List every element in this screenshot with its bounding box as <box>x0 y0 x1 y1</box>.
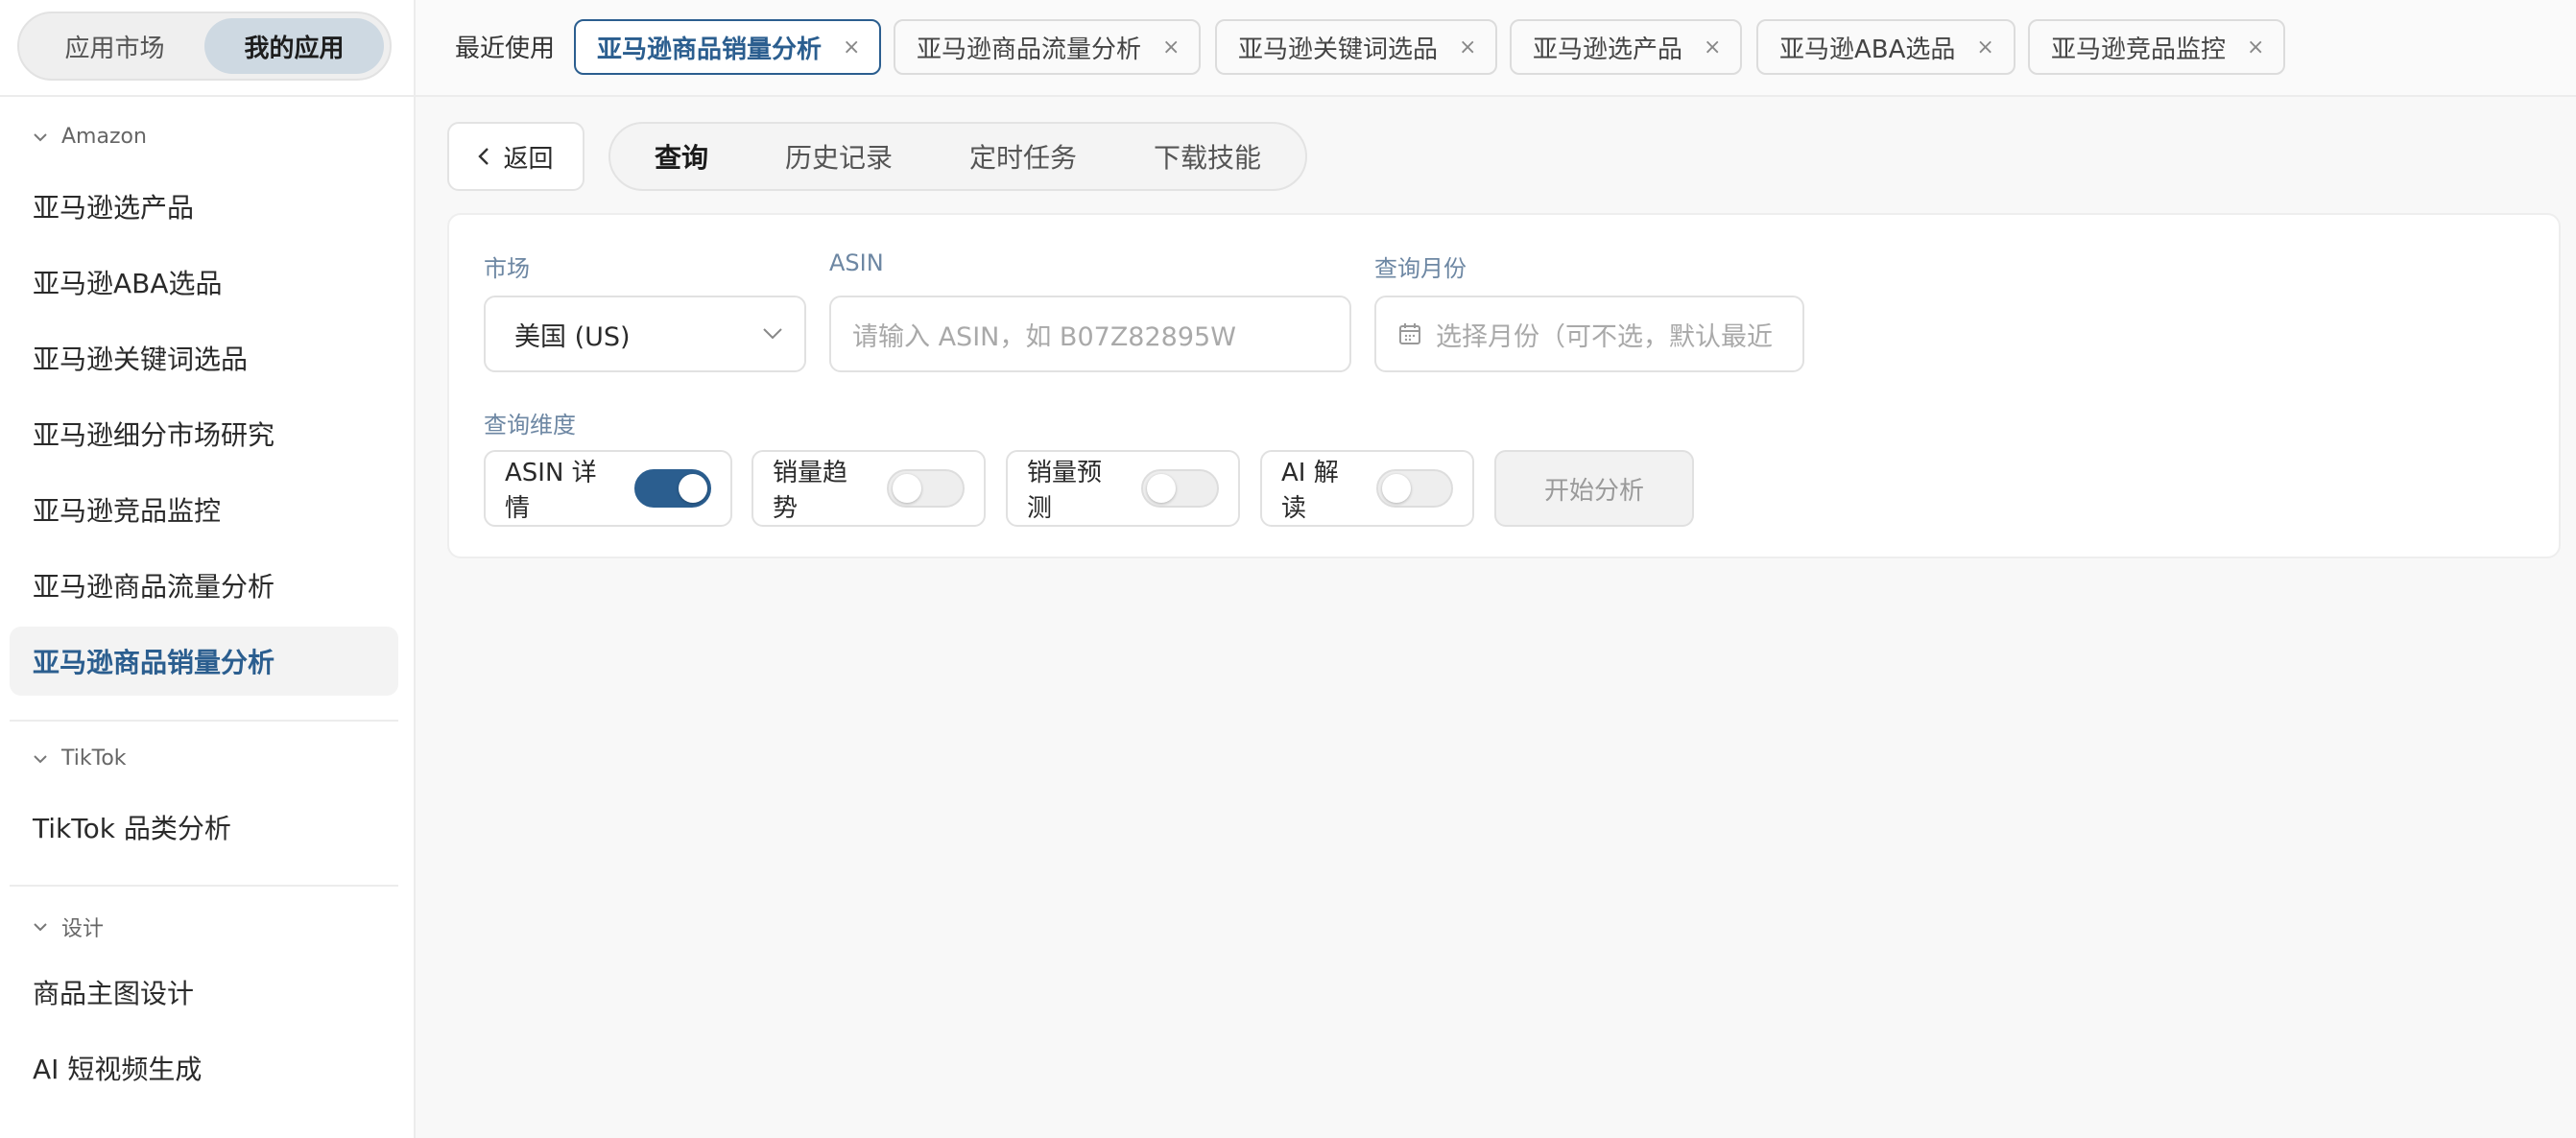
chevron-left-icon <box>478 148 489 165</box>
tab-history[interactable]: 历史记录 <box>785 137 893 176</box>
ai-interpretation-switch[interactable] <box>1376 469 1453 508</box>
recent-bar: 最近使用 亚马逊商品销量分析 × 亚马逊商品流量分析 × 亚马逊关键词选品 × … <box>416 0 2576 97</box>
group-head-tiktok[interactable]: TikTok <box>33 747 127 771</box>
asin-placeholder: 请输入 ASIN，如 B07Z82895W <box>852 321 1236 352</box>
recent-tab-sales-analysis[interactable]: 亚马逊商品销量分析 × <box>574 19 882 75</box>
recent-tab-label: 亚马逊商品流量分析 <box>917 35 1142 64</box>
back-button[interactable]: 返回 <box>447 122 584 191</box>
recent-tab-competitor-monitor[interactable]: 亚马逊竞品监控 × <box>2028 19 2286 75</box>
close-icon[interactable]: × <box>1459 36 1476 59</box>
asin-label: ASIN <box>829 249 884 276</box>
sidebar-divider <box>10 885 398 887</box>
sidebar-divider <box>0 95 416 97</box>
segment-my-apps[interactable]: 我的应用 <box>204 18 384 74</box>
market-value: 美国 (US) <box>514 321 631 352</box>
toggle-label: 销量预测 <box>1027 459 1103 523</box>
group-head-amazon[interactable]: Amazon <box>33 125 147 149</box>
close-icon[interactable]: × <box>843 36 860 59</box>
group-head-design[interactable]: 设计 <box>33 912 104 942</box>
recent-tab-aba[interactable]: 亚马逊ABA选品 × <box>1756 19 2015 75</box>
app-segment-control: 应用市场 我的应用 <box>17 12 392 81</box>
switch-knob <box>1146 474 1176 503</box>
close-icon[interactable]: × <box>1976 36 1993 59</box>
sidebar-item-amazon-niche-research[interactable]: 亚马逊细分市场研究 <box>10 399 398 468</box>
toggle-sales-forecast: 销量预测 <box>1006 450 1240 527</box>
tab-download-skills[interactable]: 下载技能 <box>1154 137 1261 176</box>
month-label: 查询月份 <box>1374 255 1467 282</box>
sales-forecast-switch[interactable] <box>1140 469 1219 508</box>
close-icon[interactable]: × <box>2247 36 2264 59</box>
recent-tab-label: 亚马逊商品销量分析 <box>597 35 823 64</box>
chevron-down-icon <box>763 328 782 340</box>
segment-app-market[interactable]: 应用市场 <box>25 18 204 74</box>
toggle-sales-trend: 销量趋势 <box>751 450 986 527</box>
market-select[interactable]: 美国 (US) <box>484 296 806 372</box>
recent-tab-label: 亚马逊竞品监控 <box>2051 35 2227 64</box>
page-tabs: 查询 历史记录 定时任务 下载技能 <box>608 122 1307 191</box>
sidebar-item-amazon-competitor-monitor[interactable]: 亚马逊竞品监控 <box>10 475 398 544</box>
sidebar-item-main-image-design[interactable]: 商品主图设计 <box>10 958 398 1027</box>
calendar-icon <box>1399 323 1420 344</box>
sidebar-divider <box>10 720 398 722</box>
dimension-label: 查询维度 <box>484 412 576 439</box>
switch-knob <box>678 474 707 503</box>
tab-query[interactable]: 查询 <box>655 137 708 176</box>
sidebar-item-amazon-aba[interactable]: 亚马逊ABA选品 <box>10 248 398 317</box>
sales-trend-switch[interactable] <box>886 469 965 508</box>
toggle-ai-interpretation: AI 解读 <box>1260 450 1474 527</box>
recent-tab-traffic-analysis[interactable]: 亚马逊商品流量分析 × <box>894 19 1202 75</box>
asin-input[interactable]: 请输入 ASIN，如 B07Z82895W <box>829 296 1351 372</box>
start-analysis-button[interactable]: 开始分析 <box>1494 450 1694 527</box>
group-title: TikTok <box>61 747 127 771</box>
sidebar-item-amazon-traffic-analysis[interactable]: 亚马逊商品流量分析 <box>10 551 398 620</box>
close-icon[interactable]: × <box>1704 36 1721 59</box>
sidebar-item-amazon-keywords[interactable]: 亚马逊关键词选品 <box>10 323 398 392</box>
toggle-label: ASIN 详情 <box>505 459 597 523</box>
recent-tab-label: 亚马逊关键词选品 <box>1238 35 1439 64</box>
toggle-label: AI 解读 <box>1281 459 1339 523</box>
back-label: 返回 <box>503 144 554 174</box>
app-root: 应用市场 我的应用 Amazon 亚马逊选产品 亚马逊ABA选品 亚马逊关键词选… <box>0 0 2576 1138</box>
recent-tab-keywords[interactable]: 亚马逊关键词选品 × <box>1215 19 1498 75</box>
month-placeholder: 选择月份（可不选，默认最近 <box>1436 321 1773 352</box>
toggle-label: 销量趋势 <box>773 459 848 523</box>
market-label: 市场 <box>484 255 530 282</box>
asin-details-switch[interactable] <box>633 469 711 508</box>
tab-scheduled-tasks[interactable]: 定时任务 <box>969 137 1077 176</box>
sidebar: 应用市场 我的应用 Amazon 亚马逊选产品 亚马逊ABA选品 亚马逊关键词选… <box>0 0 416 1138</box>
recent-label: 最近使用 <box>455 35 556 63</box>
chevron-down-icon <box>34 923 47 932</box>
sidebar-item-amazon-select-products[interactable]: 亚马逊选产品 <box>10 172 398 241</box>
group-title: 设计 <box>61 917 105 941</box>
switch-knob <box>1382 474 1412 503</box>
close-icon[interactable]: × <box>1162 36 1180 59</box>
recent-tab-label: 亚马逊ABA选品 <box>1779 35 1956 64</box>
month-picker[interactable]: 选择月份（可不选，默认最近 <box>1374 296 1804 372</box>
switch-knob <box>892 474 921 503</box>
sidebar-item-amazon-sales-analysis[interactable]: 亚马逊商品销量分析 <box>10 627 398 696</box>
chevron-down-icon <box>34 132 47 141</box>
group-title: Amazon <box>61 125 147 149</box>
recent-tab-label: 亚马逊选产品 <box>1533 35 1683 64</box>
sidebar-item-tiktok-category[interactable]: TikTok 品类分析 <box>10 793 398 862</box>
toggle-asin-details: ASIN 详情 <box>484 450 732 527</box>
sidebar-item-ai-short-video[interactable]: AI 短视频生成 <box>10 1033 398 1102</box>
recent-tab-select-products[interactable]: 亚马逊选产品 × <box>1510 19 1743 75</box>
chevron-down-icon <box>34 754 47 763</box>
